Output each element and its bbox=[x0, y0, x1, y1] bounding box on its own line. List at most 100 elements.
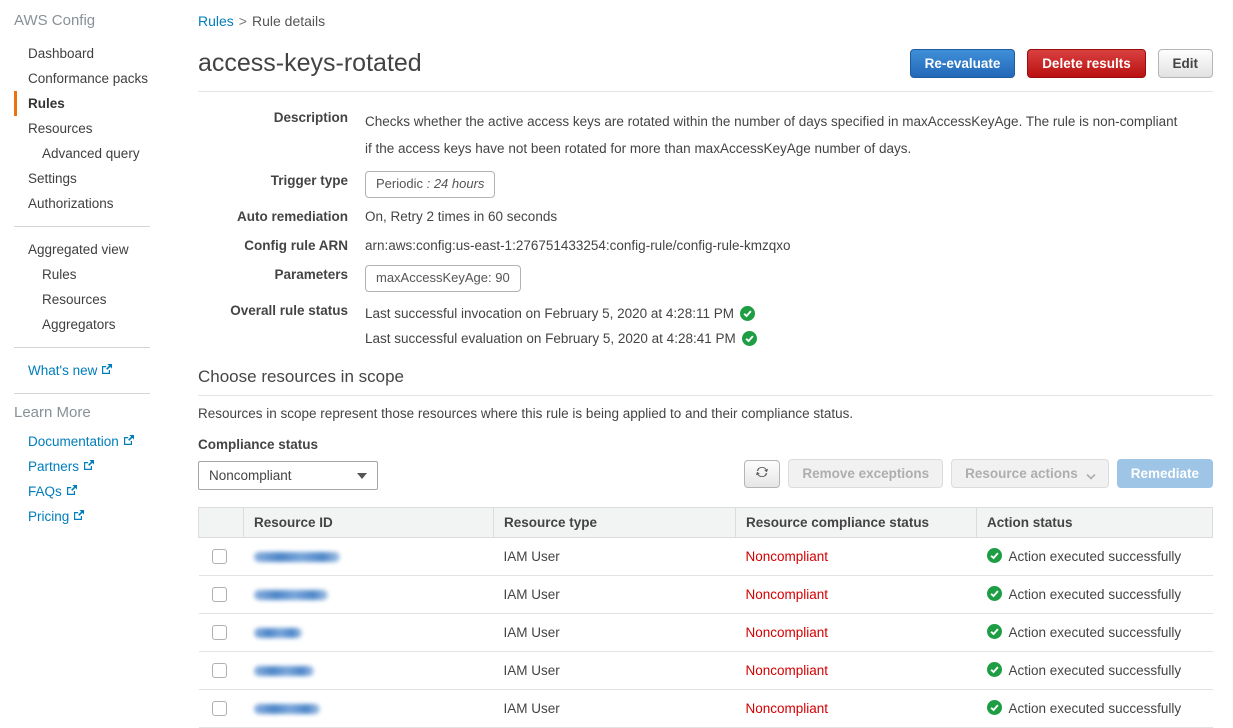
trigger-type-value: Periodic : 24 hours bbox=[365, 171, 495, 198]
resource-type-cell: IAM User bbox=[494, 538, 736, 576]
sidebar-item-rules[interactable]: Rules bbox=[14, 91, 196, 116]
faqs-link[interactable]: FAQs bbox=[0, 479, 196, 504]
compliance-status-header: Resource compliance status bbox=[736, 508, 977, 538]
row-checkbox[interactable] bbox=[212, 587, 227, 602]
sidebar: AWS Config Dashboard Conformance packs R… bbox=[0, 0, 196, 728]
resource-type-cell: IAM User bbox=[494, 614, 736, 652]
overall-rule-status-value: Last successful invocation on February 5… bbox=[365, 301, 757, 351]
compliance-filter: Compliance status Noncompliant bbox=[198, 437, 378, 490]
overall-rule-status-label: Overall rule status bbox=[198, 301, 348, 351]
trigger-type-name: Periodic bbox=[376, 176, 423, 191]
external-link-icon bbox=[83, 459, 95, 474]
parameters-value: maxAccessKeyAge: 90 bbox=[365, 265, 521, 292]
sidebar-item-dashboard[interactable]: Dashboard bbox=[0, 41, 196, 66]
breadcrumb: Rules>Rule details bbox=[198, 13, 1213, 29]
documentation-link[interactable]: Documentation bbox=[0, 429, 196, 454]
pricing-link[interactable]: Pricing bbox=[0, 504, 196, 529]
action-status-text: Action executed successfully bbox=[1009, 587, 1182, 602]
select-all-header-cell bbox=[199, 508, 244, 538]
success-check-icon bbox=[987, 662, 1002, 680]
compliance-status-selected-value: Noncompliant bbox=[209, 468, 292, 483]
success-check-icon bbox=[987, 548, 1002, 566]
compliance-status-label: Compliance status bbox=[198, 437, 378, 452]
row-checkbox[interactable] bbox=[212, 549, 227, 564]
sidebar-item-aggregated-view[interactable]: Aggregated view bbox=[0, 237, 196, 262]
action-status-cell: Action executed successfully bbox=[987, 690, 1203, 727]
action-status-cell: Action executed successfully bbox=[987, 538, 1203, 575]
resource-actions-button[interactable]: Resource actions bbox=[951, 459, 1109, 488]
sidebar-divider bbox=[14, 226, 150, 227]
re-evaluate-button[interactable]: Re-evaluate bbox=[910, 49, 1016, 78]
sidebar-item-aggregated-rules[interactable]: Rules bbox=[0, 262, 196, 287]
sidebar-item-advanced-query[interactable]: Advanced query bbox=[0, 141, 196, 166]
table-row: IAM User Noncompliant Action executed su… bbox=[199, 576, 1213, 614]
redacted-resource-id[interactable] bbox=[254, 552, 340, 562]
sidebar-item-settings[interactable]: Settings bbox=[0, 166, 196, 191]
external-link-icon bbox=[73, 509, 85, 524]
faqs-label: FAQs bbox=[28, 484, 62, 499]
scope-description: Resources in scope represent those resou… bbox=[198, 406, 1213, 421]
success-check-icon bbox=[740, 306, 755, 321]
compliance-status-dropdown[interactable]: Noncompliant bbox=[198, 461, 378, 490]
auto-remediation-value: On, Retry 2 times in 60 seconds bbox=[365, 207, 557, 227]
success-check-icon bbox=[987, 624, 1002, 642]
sidebar-item-aggregated-resources[interactable]: Resources bbox=[0, 287, 196, 312]
whats-new-link[interactable]: What's new bbox=[0, 358, 196, 383]
rule-details: Description Checks whether the active ac… bbox=[198, 108, 1213, 351]
chevron-down-icon bbox=[1086, 469, 1095, 478]
row-checkbox[interactable] bbox=[212, 663, 227, 678]
row-checkbox[interactable] bbox=[212, 701, 227, 716]
parameters-chip: maxAccessKeyAge: 90 bbox=[365, 265, 521, 292]
partners-link[interactable]: Partners bbox=[0, 454, 196, 479]
scope-divider bbox=[198, 395, 1213, 396]
table-row: IAM User Noncompliant Action executed su… bbox=[199, 614, 1213, 652]
auto-remediation-row: Auto remediation On, Retry 2 times in 60… bbox=[198, 207, 1213, 227]
main-content: Rules>Rule details access-keys-rotated R… bbox=[196, 0, 1233, 728]
resource-type-header: Resource type bbox=[494, 508, 736, 538]
app-title: AWS Config bbox=[0, 12, 196, 29]
edit-button[interactable]: Edit bbox=[1158, 49, 1214, 78]
resource-type-cell: IAM User bbox=[494, 690, 736, 728]
learn-more-heading: Learn More bbox=[0, 404, 196, 421]
invocation-status-text: Last successful invocation on February 5… bbox=[365, 301, 734, 326]
invocation-status-line: Last successful invocation on February 5… bbox=[365, 301, 757, 326]
remove-exceptions-button[interactable]: Remove exceptions bbox=[788, 459, 943, 488]
breadcrumb-rules-link[interactable]: Rules bbox=[198, 13, 234, 29]
sidebar-item-resources[interactable]: Resources bbox=[0, 116, 196, 141]
action-status-cell: Action executed successfully bbox=[987, 576, 1203, 613]
sidebar-divider bbox=[14, 347, 150, 348]
resource-id-header: Resource ID bbox=[244, 508, 494, 538]
page: AWS Config Dashboard Conformance packs R… bbox=[0, 0, 1233, 728]
action-status-text: Action executed successfully bbox=[1009, 701, 1182, 716]
resource-type-cell: IAM User bbox=[494, 652, 736, 690]
delete-results-button[interactable]: Delete results bbox=[1027, 49, 1146, 78]
table-row: IAM User Noncompliant Action executed su… bbox=[199, 690, 1213, 728]
partners-label: Partners bbox=[28, 459, 79, 474]
scope-section-heading: Choose resources in scope bbox=[198, 367, 1213, 387]
redacted-resource-id[interactable] bbox=[254, 666, 314, 676]
table-header-row: Resource ID Resource type Resource compl… bbox=[199, 508, 1213, 538]
documentation-label: Documentation bbox=[28, 434, 119, 449]
resource-type-cell: IAM User bbox=[494, 576, 736, 614]
trigger-type-label: Trigger type bbox=[198, 171, 348, 198]
refresh-icon bbox=[755, 466, 769, 483]
title-row: access-keys-rotated Re-evaluate Delete r… bbox=[198, 49, 1213, 78]
breadcrumb-current: Rule details bbox=[252, 13, 325, 29]
row-checkbox[interactable] bbox=[212, 625, 227, 640]
redacted-resource-id[interactable] bbox=[254, 704, 320, 714]
action-status-text: Action executed successfully bbox=[1009, 663, 1182, 678]
redacted-resource-id[interactable] bbox=[254, 590, 328, 600]
description-label: Description bbox=[198, 108, 348, 162]
parameters-row: Parameters maxAccessKeyAge: 90 bbox=[198, 265, 1213, 292]
page-title: access-keys-rotated bbox=[198, 49, 422, 78]
config-rule-arn-label: Config rule ARN bbox=[198, 236, 348, 256]
remediate-button[interactable]: Remediate bbox=[1117, 459, 1213, 488]
sidebar-item-aggregators[interactable]: Aggregators bbox=[0, 312, 196, 337]
external-link-icon bbox=[101, 363, 113, 378]
redacted-resource-id[interactable] bbox=[254, 628, 302, 638]
refresh-button[interactable] bbox=[744, 460, 780, 488]
sidebar-item-conformance-packs[interactable]: Conformance packs bbox=[0, 66, 196, 91]
resource-action-buttons: Remove exceptions Resource actions Remed… bbox=[744, 459, 1213, 488]
trigger-type-detail: : 24 hours bbox=[427, 176, 485, 191]
sidebar-item-authorizations[interactable]: Authorizations bbox=[0, 191, 196, 216]
